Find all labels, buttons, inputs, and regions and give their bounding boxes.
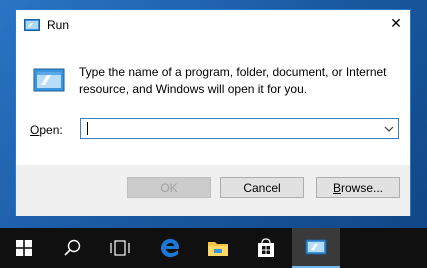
open-combobox[interactable] [80,118,399,139]
search-icon [64,239,81,256]
close-icon: ✕ [390,14,402,31]
text-caret [87,122,88,135]
task-view-icon [110,240,130,256]
dropdown-button[interactable] [383,123,395,135]
browse-button[interactable]: Browse... [316,177,400,198]
run-large-icon [33,68,65,92]
chevron-down-icon [384,126,394,132]
open-label: Open: [30,123,63,137]
run-icon [24,19,40,31]
run-dialog: Run ✕ Type the name of a program, folder… [15,9,411,216]
store-icon [258,238,274,257]
search-button[interactable] [48,228,96,268]
file-explorer-icon [208,242,228,256]
taskbar [0,228,427,268]
windows-start-icon [16,240,32,256]
dialog-content: Type the name of a program, folder, docu… [16,40,410,165]
file-explorer-button[interactable] [194,228,242,268]
window-title: Run [47,18,70,32]
run-taskbar-button[interactable] [292,228,340,268]
run-app-icon [305,239,327,255]
close-button[interactable]: ✕ [384,12,408,34]
open-input[interactable] [85,121,375,136]
edge-button[interactable] [146,228,194,268]
ok-button[interactable]: OK [127,177,211,198]
cancel-button[interactable]: Cancel [220,177,304,198]
run-description: Type the name of a program, folder, docu… [79,65,387,96]
store-button[interactable] [242,228,290,268]
task-view-button[interactable] [96,228,144,268]
start-button[interactable] [0,228,48,268]
button-bar: OK Cancel Browse... [16,165,410,216]
edge-browser-icon [161,239,180,257]
title-bar[interactable]: Run ✕ [16,10,410,40]
